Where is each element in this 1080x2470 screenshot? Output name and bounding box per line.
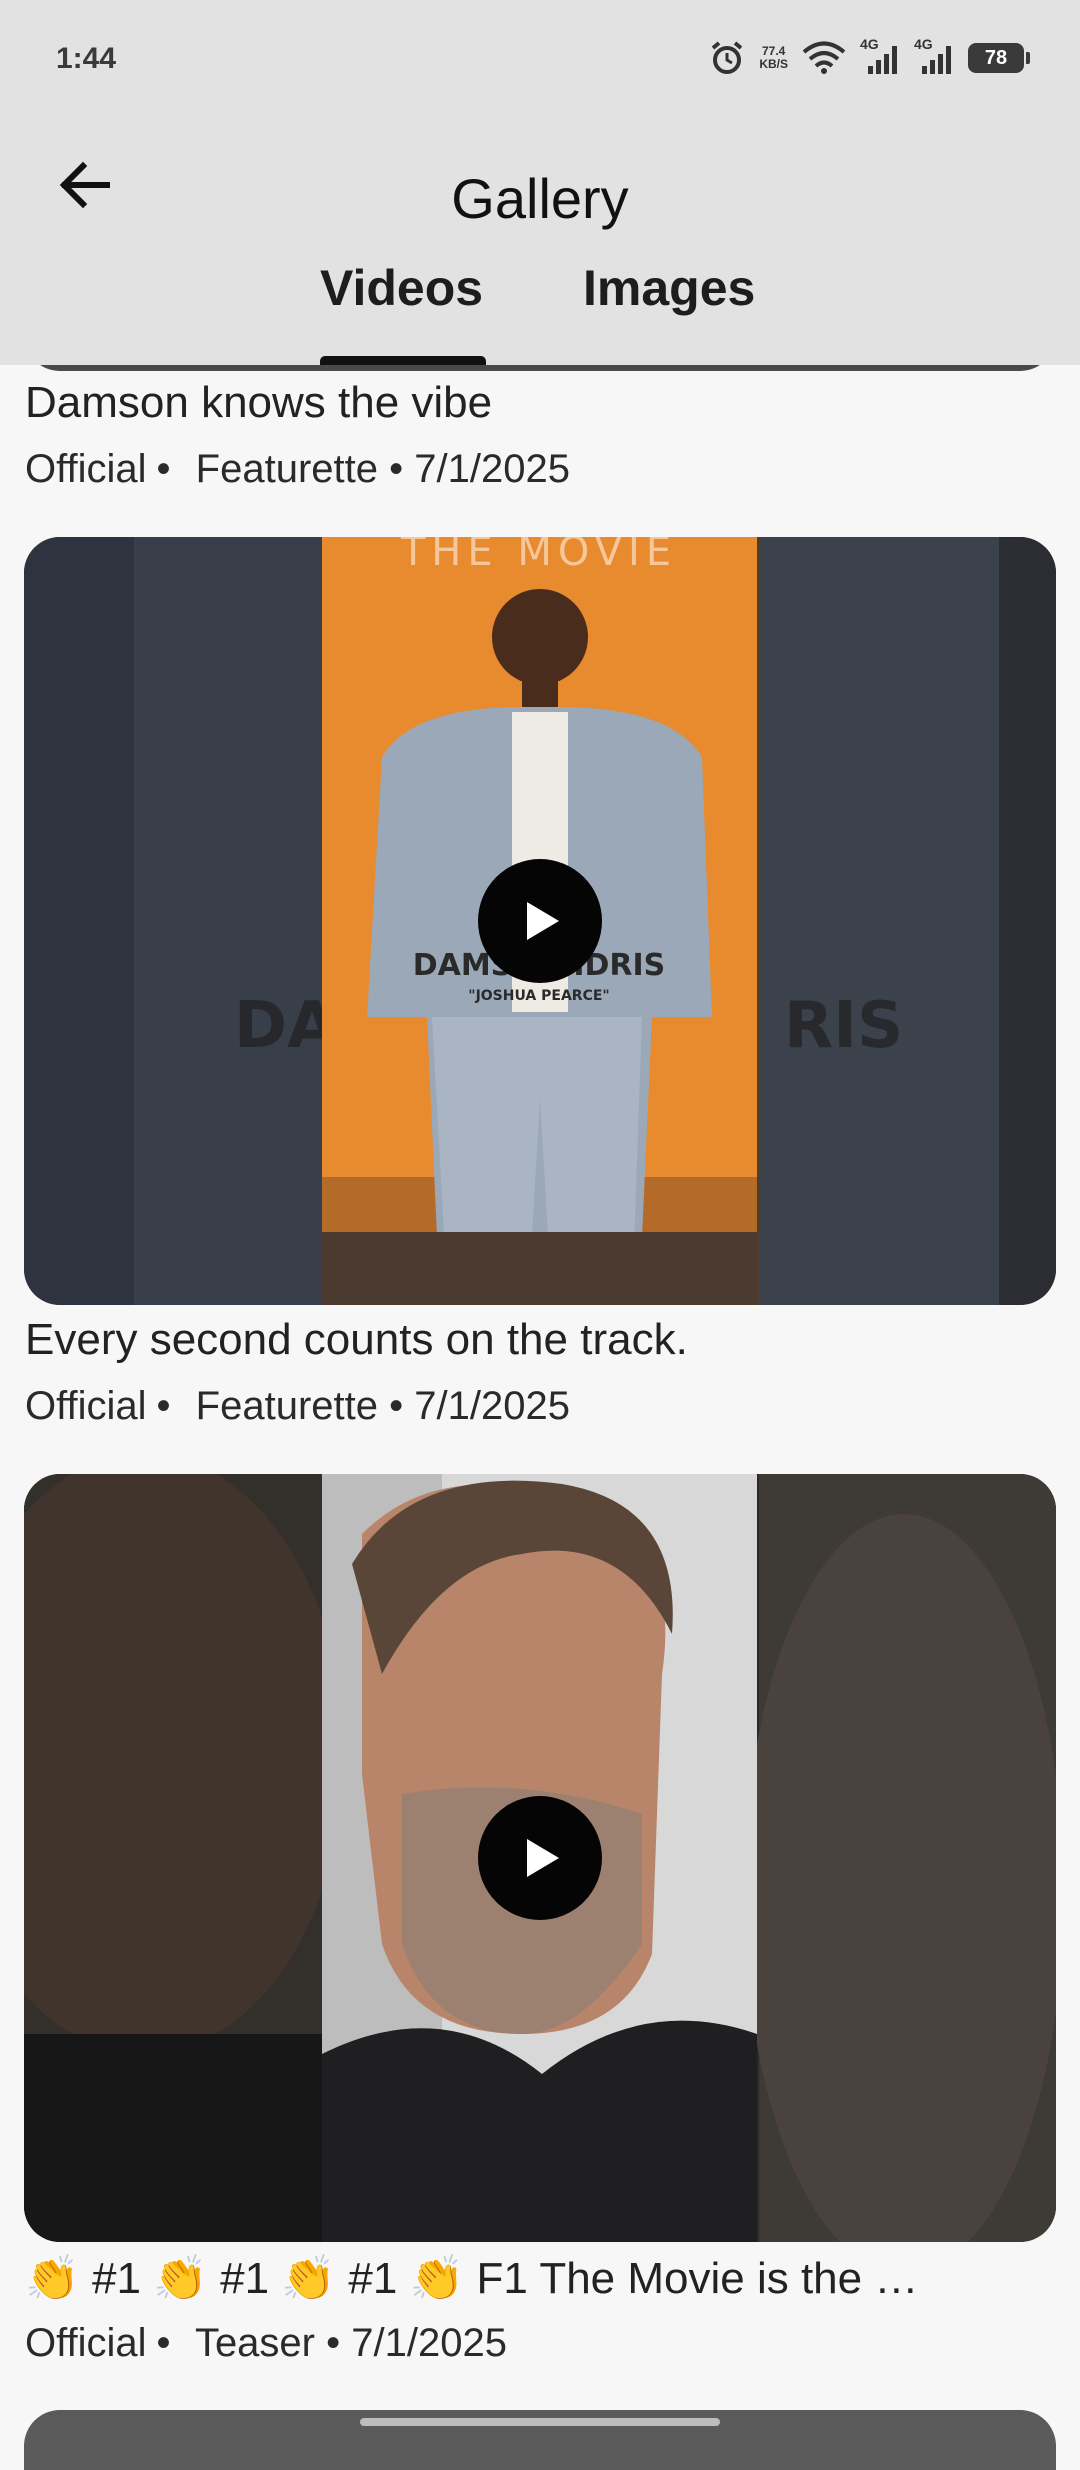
play-icon (527, 1839, 559, 1877)
video-source: Official (25, 2321, 147, 2365)
video-source: Official (25, 1384, 147, 1428)
video-category: Teaser (194, 2321, 315, 2365)
video-title[interactable]: Damson knows the vibe (25, 378, 1055, 428)
net-speed-unit: KB/S (759, 57, 788, 71)
play-button[interactable] (478, 1796, 602, 1920)
video-date: 7/1/2025 (414, 447, 570, 491)
video-meta: Official • Featurette • 7/1/2025 (25, 447, 570, 491)
play-button[interactable] (478, 859, 602, 983)
video-title[interactable]: 👏 #1 👏 #1 👏 #1 👏 F1 The Movie is the … (25, 2252, 1055, 2304)
status-bar: 1:44 77.4 KB/S 4G 4G 78 (0, 0, 1080, 120)
video-meta: Official • Teaser • 7/1/2025 (25, 2321, 507, 2365)
video-source: Official (25, 447, 147, 491)
status-time: 1:44 (56, 42, 117, 75)
video-thumbnail[interactable]: DA RIS THE MOVIE DAMSON IDRIS "JOSHUA PE… (24, 537, 1056, 1305)
tab-videos[interactable]: Videos (300, 245, 500, 360)
video-title[interactable]: Every second counts on the track. (25, 1315, 1055, 1365)
video-date: 7/1/2025 (351, 2321, 507, 2365)
home-indicator[interactable] (360, 2418, 720, 2426)
video-meta: Official • Featurette • 7/1/2025 (25, 1384, 570, 1428)
video-category: Featurette (195, 447, 378, 491)
status-icons: 77.4 KB/S 4G 4G 78 (709, 36, 1030, 78)
alarm-icon (712, 41, 743, 74)
tab-images-label: Images (583, 260, 756, 316)
signal-icon-2: 4G (914, 36, 954, 76)
wifi-icon (802, 41, 846, 74)
net-speed: 77.4 KB/S (759, 45, 788, 71)
signal-icon-1: 4G (860, 36, 900, 76)
battery-icon: 78 (968, 43, 1030, 73)
battery-level: 78 (984, 46, 1008, 69)
tab-videos-label: Videos (320, 260, 484, 316)
svg-text:"JOSHUA PEARCE": "JOSHUA PEARCE" (468, 988, 609, 1004)
svg-text:THE MOVIE: THE MOVIE (400, 537, 677, 575)
tab-images[interactable]: Images (565, 245, 785, 360)
video-thumbnail-partial[interactable] (24, 365, 1056, 371)
video-date: 7/1/2025 (414, 1384, 570, 1428)
video-category: Featurette (195, 1384, 378, 1428)
video-thumbnail[interactable] (24, 1474, 1056, 2242)
page-title: Gallery (451, 167, 629, 230)
app-bar: Gallery (0, 120, 1080, 365)
play-icon (527, 902, 559, 940)
video-feed[interactable]: Damson knows the vibe Official • Featuret… (0, 365, 1080, 2436)
tab-indicator (320, 356, 486, 365)
